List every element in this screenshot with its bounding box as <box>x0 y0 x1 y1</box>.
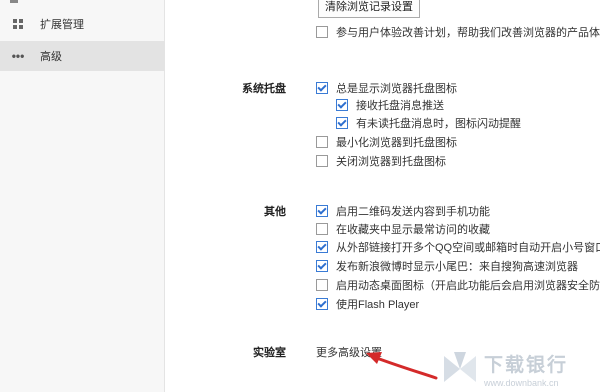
watermark-text: 下载银行 <box>484 355 569 376</box>
annotation-arrow-icon <box>366 352 438 380</box>
watermark: 下载银行 www.downbank.cn <box>440 346 600 392</box>
watermark-logo-icon <box>444 352 476 382</box>
watermark-url: www.downbank.cn <box>484 378 559 388</box>
